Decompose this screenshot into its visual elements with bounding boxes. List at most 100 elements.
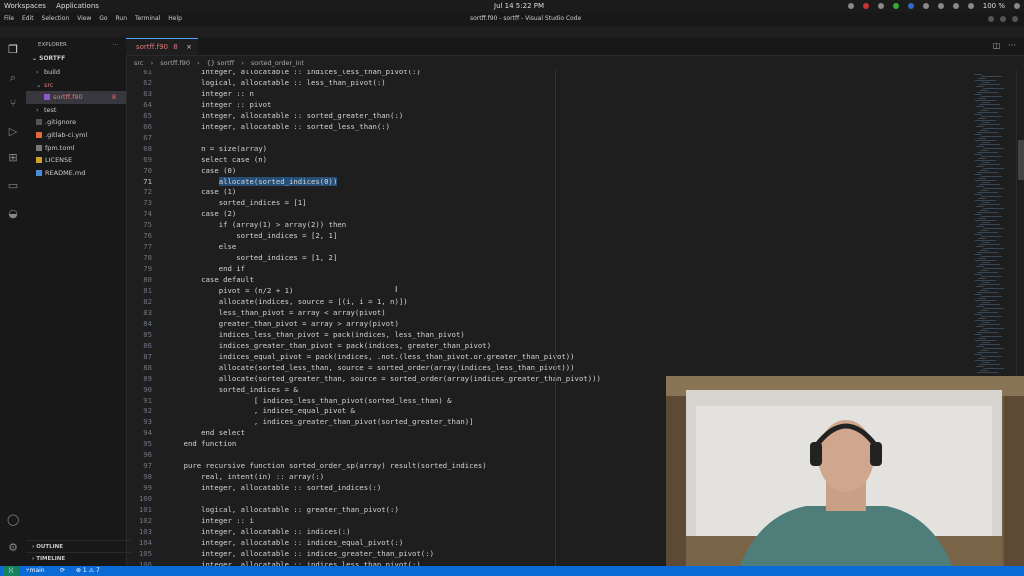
line-number: 94	[143, 428, 152, 438]
menu-terminal[interactable]: Terminal	[135, 15, 160, 22]
branch-name: main	[29, 567, 45, 574]
code-line[interactable]: 72 case (1)	[126, 186, 970, 197]
code-line[interactable]: 67	[126, 132, 970, 143]
more-actions-icon[interactable]: ···	[1008, 41, 1016, 50]
volume-icon[interactable]	[967, 3, 974, 9]
remote-indicator-icon[interactable]: ⟩⟨	[3, 566, 19, 576]
code-line[interactable]: 86 indices_greater_than_pivot = pack(ind…	[126, 340, 970, 351]
account-icon[interactable]: ◯	[7, 514, 19, 526]
tray-icon[interactable]	[907, 3, 914, 9]
code-line[interactable]: 74 case (2)	[126, 208, 970, 219]
presenter-video	[666, 376, 1024, 576]
minimap-line	[982, 142, 990, 143]
breadcrumb-item[interactable]: {} sortff	[207, 59, 234, 67]
branch-indicator[interactable]: ⑂ main	[26, 566, 45, 576]
tray-icon[interactable]	[892, 3, 899, 9]
search-icon[interactable]: ⌕	[7, 72, 19, 84]
code-line[interactable]: 61 integer, allocatable :: indices_less_…	[126, 70, 970, 77]
mouse-cursor-icon: I	[395, 285, 398, 294]
code-line[interactable]: 76 sorted_indices = [2, 1]	[126, 230, 970, 241]
close-tab-icon[interactable]: ×	[186, 39, 192, 56]
settings-gear-icon[interactable]: ⚙	[7, 542, 19, 554]
problems-indicator[interactable]: ⊗ 1 ⚠ 7	[76, 566, 100, 576]
tray-icon[interactable]	[877, 3, 884, 9]
menu-file[interactable]: File	[4, 15, 14, 22]
code-line[interactable]: 66 integer, allocatable :: sorted_less_t…	[126, 121, 970, 132]
applications-menu[interactable]: Applications	[56, 2, 99, 10]
tray-icon[interactable]	[922, 3, 929, 9]
file-tree-item[interactable]: .gitlab-ci.yml	[26, 129, 126, 142]
file-tree-item[interactable]: .gitignore	[26, 116, 126, 129]
code-line[interactable]: 88 allocate(sorted_less_than, source = s…	[126, 362, 970, 373]
code-line[interactable]: 65 integer, allocatable :: sorted_greate…	[126, 110, 970, 121]
code-line[interactable]: 70 case (0)	[126, 165, 970, 176]
menu-go[interactable]: Go	[99, 15, 107, 22]
minimap-line	[982, 262, 990, 263]
minimap-line	[977, 112, 998, 113]
line-number: 69	[143, 154, 152, 164]
menu-help[interactable]: Help	[168, 15, 182, 22]
code-line[interactable]: 64 integer :: pivot	[126, 99, 970, 110]
code-line[interactable]: 83 less_than_pivot = array < array(pivot…	[126, 307, 970, 318]
file-tree-item[interactable]: LICENSE	[26, 154, 126, 167]
file-tree-item[interactable]: fpm.toml	[26, 142, 126, 155]
code-line[interactable]: 81 pivot = (n/2 + 1)	[126, 285, 970, 296]
remote-explorer-icon[interactable]: ▭	[7, 180, 19, 192]
code-line[interactable]: 62 logical, allocatable :: less_than_piv…	[126, 77, 970, 88]
code-line[interactable]: 68 n = size(array)	[126, 143, 970, 154]
run-debug-icon[interactable]: ▷	[7, 126, 19, 138]
minimap-line	[974, 294, 982, 295]
source-control-icon[interactable]: ⑂	[7, 98, 19, 110]
scrollbar-thumb[interactable]	[1018, 140, 1024, 180]
breadcrumb-item[interactable]: sorted_order_int	[251, 59, 304, 67]
code-line[interactable]: 84 greater_than_pivot = array > array(pi…	[126, 318, 970, 329]
bluetooth-icon[interactable]	[937, 3, 944, 9]
power-icon[interactable]	[1014, 3, 1020, 9]
workspaces-menu[interactable]: Workspaces	[4, 2, 46, 10]
sync-icon[interactable]: ⟳	[60, 566, 65, 576]
os-clock[interactable]: Jul 14 5:22 PM	[494, 0, 544, 12]
code-line[interactable]: 71 allocate(sorted_indices(0))	[126, 176, 970, 187]
file-tree-item[interactable]: › build	[26, 66, 126, 79]
minimap-line	[974, 134, 982, 135]
code-line[interactable]: 77 else	[126, 241, 970, 252]
more-actions-icon[interactable]: ···	[113, 38, 118, 52]
code-line[interactable]: 80 case default	[126, 274, 970, 285]
extensions-icon[interactable]: ⊞	[7, 152, 19, 164]
code-line[interactable]: 75 if (array(1) > array(2)) then	[126, 219, 970, 230]
minimap-line	[976, 226, 984, 227]
code-line[interactable]: 78 sorted_indices = [1, 2]	[126, 252, 970, 263]
close-window-button[interactable]	[1012, 16, 1018, 22]
tray-icon[interactable]	[847, 3, 854, 9]
battery-level[interactable]: 100 %	[983, 0, 1005, 12]
code-line[interactable]: 85 indices_less_than_pivot = pack(indice…	[126, 329, 970, 340]
menu-run[interactable]: Run	[116, 15, 128, 22]
menu-view[interactable]: View	[77, 15, 91, 22]
breadcrumb-item[interactable]: sortff.f90	[160, 59, 190, 67]
file-tree-item[interactable]: ⌄ src	[26, 79, 126, 92]
project-folder[interactable]: ⌄ SORTFF	[26, 52, 126, 66]
file-tree-item[interactable]: sortff.f90 8	[26, 91, 126, 104]
split-editor-icon[interactable]: ◫	[993, 41, 1001, 50]
code-line[interactable]: 79 end if	[126, 263, 970, 274]
menu-edit[interactable]: Edit	[22, 15, 34, 22]
minimize-button[interactable]	[988, 16, 994, 22]
record-icon[interactable]	[862, 3, 869, 9]
code-line[interactable]: 73 sorted_indices = [1]	[126, 197, 970, 208]
minimap-line	[982, 162, 990, 163]
breadcrumb-item[interactable]: src	[134, 59, 144, 67]
code-line[interactable]: 82 allocate(indices, source = [(i, i = 1…	[126, 296, 970, 307]
file-tree-item[interactable]: README.md	[26, 167, 126, 180]
code-text: integer :: pivot	[166, 99, 272, 109]
code-line[interactable]: 87 indices_equal_pivot = pack(indices, .…	[126, 351, 970, 362]
code-line[interactable]: 63 integer :: n	[126, 88, 970, 99]
maximize-button[interactable]	[1000, 16, 1006, 22]
tab-sortff-f90[interactable]: sortff.f90 8 ×	[126, 38, 198, 55]
timeline-section[interactable]: › TIMELINE	[26, 552, 132, 565]
code-line[interactable]: 69 select case (n)	[126, 154, 970, 165]
explorer-icon[interactable]: ❐	[7, 44, 19, 56]
menu-selection[interactable]: Selection	[42, 15, 70, 22]
file-tree-item[interactable]: › test	[26, 104, 126, 117]
docker-icon[interactable]: ◒	[7, 208, 19, 220]
network-icon[interactable]	[952, 3, 959, 9]
